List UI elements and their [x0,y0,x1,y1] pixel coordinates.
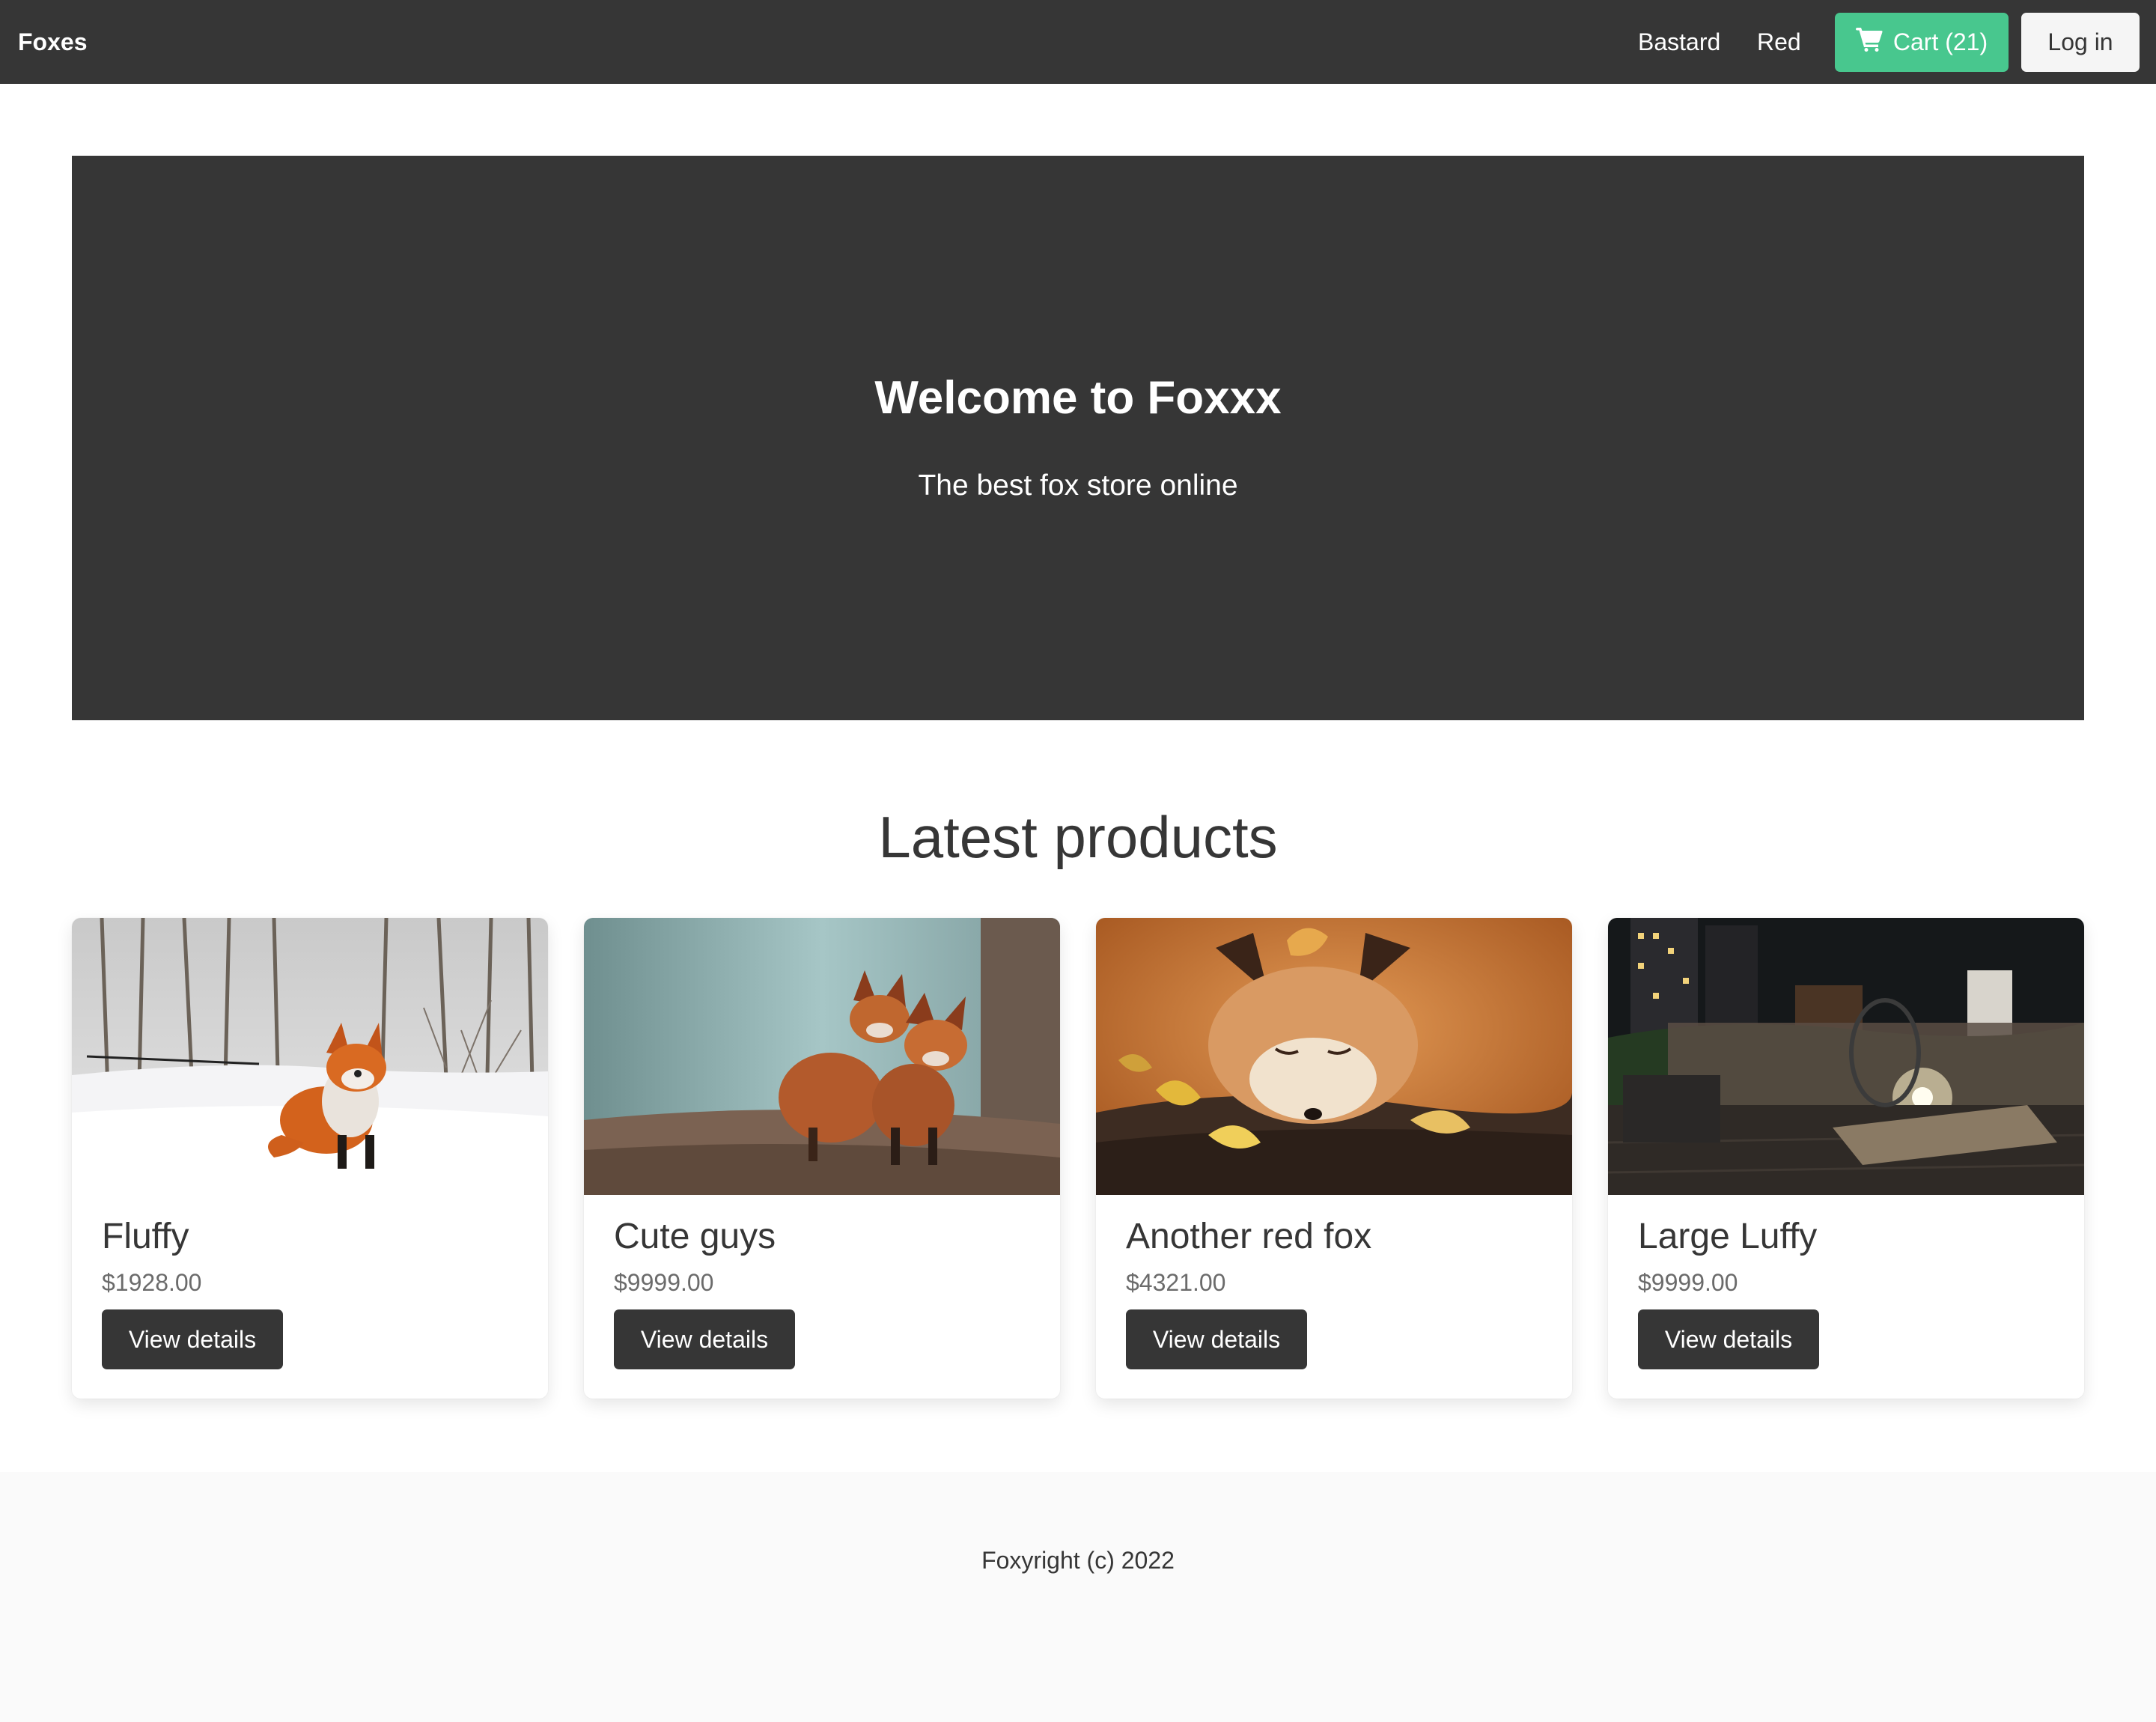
login-button[interactable]: Log in [2021,13,2140,72]
product-price: $4321.00 [1126,1269,1226,1296]
product-image-fluffy[interactable] [72,918,548,1195]
view-details-button[interactable]: View details [1638,1309,1819,1369]
product-image-cute-guys[interactable] [584,918,1060,1195]
brand-logo[interactable]: Foxes [18,0,87,84]
product-name: Another red fox [1126,1217,1372,1256]
product-card: Another red fox $4321.00 View details [1096,918,1572,1399]
nav-link-bastard[interactable]: Bastard [1638,0,1720,84]
product-name: Fluffy [102,1217,189,1256]
hero-title: Welcome to Foxxx [874,372,1282,424]
cart-button[interactable]: Cart (21) [1835,13,2009,72]
hero-banner: Welcome to Foxxx The best fox store onli… [72,156,2084,720]
hero-subtitle: The best fox store online [918,469,1238,502]
product-price: $9999.00 [614,1269,714,1296]
shopping-cart-icon [1855,27,1883,58]
section-title: Latest products [878,804,1278,870]
product-image-large-luffy[interactable] [1608,918,2084,1195]
product-price: $9999.00 [1638,1269,1738,1296]
nav-link-red[interactable]: Red [1757,0,1801,84]
footer-copyright: Foxyright (c) 2022 [981,1547,1175,1574]
view-details-button[interactable]: View details [1126,1309,1307,1369]
product-card: Cute guys $9999.00 View details [584,918,1060,1399]
view-details-button[interactable]: View details [614,1309,795,1369]
product-name: Cute guys [614,1217,776,1256]
view-details-button[interactable]: View details [102,1309,283,1369]
product-card: Fluffy $1928.00 View details [72,918,548,1399]
navbar: Foxes Bastard Red Cart (21) Log in [0,0,2156,84]
product-price: $1928.00 [102,1269,202,1296]
product-card: Large Luffy $9999.00 View details [1608,918,2084,1399]
cart-label: Cart (21) [1892,28,1988,55]
product-image-another-red-fox[interactable] [1096,918,1572,1195]
product-name: Large Luffy [1638,1217,1818,1256]
footer: Foxyright (c) 2022 [0,1472,2156,1722]
